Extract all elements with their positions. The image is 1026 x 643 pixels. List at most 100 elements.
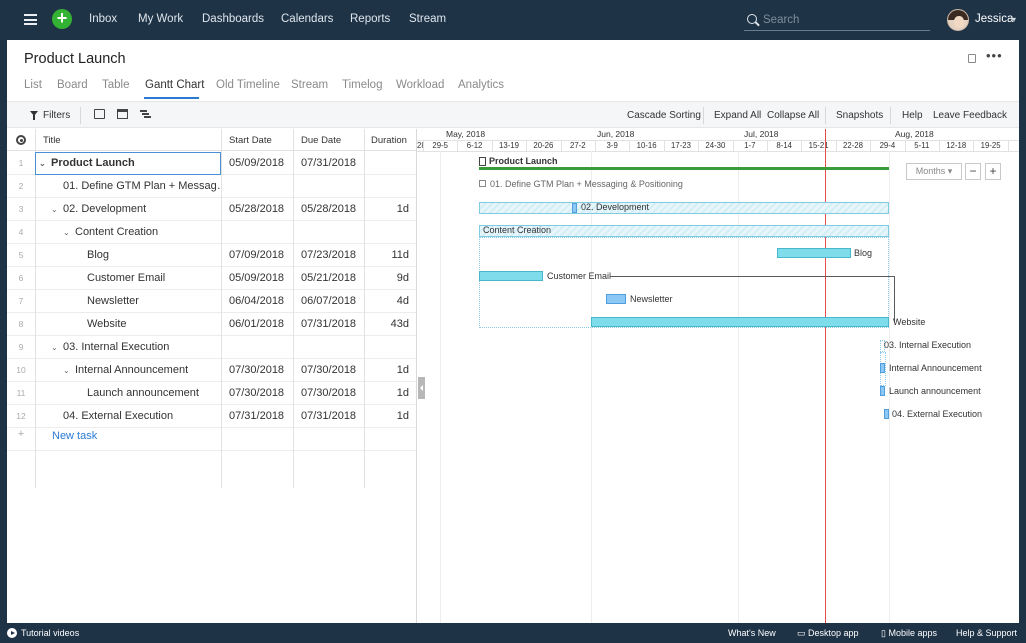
blog-bar[interactable] (777, 248, 851, 258)
start-date[interactable]: 07/30/2018 (229, 382, 293, 405)
start-date[interactable]: 05/28/2018 (229, 198, 293, 221)
calendar-icon[interactable] (117, 109, 128, 119)
collapse-handle[interactable] (418, 377, 425, 399)
duration[interactable]: 11d (365, 244, 409, 267)
tab-stream[interactable]: Stream (291, 79, 328, 91)
column-start-header[interactable]: Start Date (229, 135, 272, 146)
task-title[interactable]: Website (35, 313, 221, 336)
collapse-all-button[interactable]: Collapse All (767, 110, 819, 121)
tab-workload[interactable]: Workload (396, 79, 444, 91)
nav-stream[interactable]: Stream (409, 13, 446, 25)
chevron-down-icon[interactable]: ⌄ (63, 359, 75, 382)
leave-feedback-button[interactable]: Leave Feedback (933, 110, 1007, 121)
table-row[interactable]: 10 ⌄ Internal Announcement 07/30/2018 07/… (7, 359, 417, 382)
start-date[interactable] (229, 221, 293, 244)
due-date[interactable]: 06/07/2018 (301, 290, 365, 313)
menu-icon[interactable] (24, 14, 37, 25)
due-date[interactable]: 07/31/2018 (301, 405, 365, 428)
start-date[interactable]: 05/09/2018 (229, 152, 293, 175)
column-duration-header[interactable]: Duration (371, 135, 407, 146)
website-bar[interactable] (591, 317, 889, 327)
task-title[interactable]: Newsletter (35, 290, 221, 313)
expand-all-button[interactable]: Expand All (714, 110, 761, 121)
task-title[interactable]: Launch announcement (35, 382, 221, 405)
search-icon[interactable] (747, 14, 757, 24)
table-row[interactable]: 2 01. Define GTM Plan + Messag… (7, 175, 417, 198)
help-button[interactable]: Help (902, 110, 923, 121)
internal-announcement-bar[interactable] (880, 363, 885, 373)
due-date[interactable]: 05/28/2018 (301, 198, 365, 221)
zoom-out-button[interactable]: − (965, 163, 981, 180)
filter-icon[interactable] (30, 111, 38, 120)
table-row[interactable]: 4 ⌄ Content Creation (7, 221, 417, 244)
due-date[interactable] (301, 336, 365, 359)
nav-calendars[interactable]: Calendars (281, 13, 333, 25)
task-title[interactable]: 02. Development (63, 203, 146, 215)
duration[interactable]: 1d (365, 382, 409, 405)
task-title[interactable]: Customer Email (35, 267, 221, 290)
tab-table[interactable]: Table (102, 79, 130, 91)
table-row[interactable]: 7 Newsletter 06/04/2018 06/07/2018 4d (7, 290, 417, 313)
start-date[interactable]: 07/09/2018 (229, 244, 293, 267)
table-row[interactable]: 3 ⌄ 02. Development 05/28/2018 05/28/2018… (7, 198, 417, 221)
username[interactable]: Jessica (975, 13, 1013, 25)
avatar[interactable] (947, 9, 969, 31)
chevron-down-icon[interactable]: ⌄ (63, 221, 75, 244)
new-task-link[interactable]: New task (52, 430, 97, 442)
task-title[interactable]: Content Creation (75, 226, 158, 238)
task-title[interactable]: 03. Internal Execution (63, 341, 169, 353)
play-icon[interactable] (7, 628, 17, 638)
tab-board[interactable]: Board (57, 79, 88, 91)
due-date[interactable]: 07/31/2018 (301, 152, 365, 175)
external-execution-bar[interactable] (884, 409, 889, 419)
nav-reports[interactable]: Reports (350, 13, 390, 25)
start-date[interactable] (229, 175, 293, 198)
development-milestone-bar[interactable] (572, 203, 577, 213)
duration[interactable]: 1d (365, 359, 409, 382)
chevron-down-icon[interactable]: ⌄ (51, 336, 63, 359)
start-date[interactable]: 05/09/2018 (229, 267, 293, 290)
hierarchy-icon[interactable] (140, 109, 151, 119)
newsletter-bar[interactable] (606, 294, 626, 304)
due-date[interactable]: 07/23/2018 (301, 244, 365, 267)
gantt-project-summary[interactable]: Product Launch (479, 156, 889, 170)
start-date[interactable]: 06/04/2018 (229, 290, 293, 313)
tutorial-videos-link[interactable]: Tutorial videos (21, 628, 79, 638)
duration[interactable]: 9d (365, 267, 409, 290)
chevron-down-icon[interactable]: ⌄ (51, 198, 63, 221)
task-title[interactable]: Internal Announcement (75, 364, 188, 376)
project-summary-bar[interactable] (479, 167, 889, 170)
duration[interactable] (365, 336, 409, 359)
mobile-apps-link[interactable]: ▯ Mobile apps (881, 628, 937, 639)
table-row[interactable]: 12 04. External Execution 07/31/2018 07/… (7, 405, 417, 428)
table-row[interactable]: 9 ⌄ 03. Internal Execution (7, 336, 417, 359)
due-date[interactable]: 07/30/2018 (301, 382, 365, 405)
tab-old-timeline[interactable]: Old Timeline (216, 79, 280, 91)
due-date[interactable] (301, 221, 365, 244)
launch-announcement-bar[interactable] (880, 386, 885, 396)
start-date[interactable]: 07/30/2018 (229, 359, 293, 382)
tab-list[interactable]: List (24, 79, 42, 91)
zoom-in-button[interactable]: + (985, 163, 1001, 180)
time-scale-select[interactable]: Months ▾ (906, 163, 962, 180)
table-row[interactable]: 11 Launch announcement 07/30/2018 07/30/… (7, 382, 417, 405)
table-row[interactable]: 6 Customer Email 05/09/2018 05/21/2018 9… (7, 267, 417, 290)
table-row[interactable]: 5 Blog 07/09/2018 07/23/2018 11d (7, 244, 417, 267)
tab-analytics[interactable]: Analytics (458, 79, 504, 91)
chevron-down-icon[interactable]: ▾ (1012, 15, 1016, 24)
start-date[interactable]: 06/01/2018 (229, 313, 293, 336)
duration[interactable]: 1d (365, 198, 409, 221)
start-date[interactable]: 07/31/2018 (229, 405, 293, 428)
whats-new-link[interactable]: What's New (728, 628, 776, 638)
tab-gantt-chart[interactable]: Gantt Chart (145, 79, 204, 91)
nav-dashboards[interactable]: Dashboards (202, 13, 264, 25)
search-input[interactable] (763, 12, 923, 28)
more-options-icon[interactable]: ••• (986, 49, 1003, 62)
duration[interactable] (365, 175, 409, 198)
nav-my-work[interactable]: My Work (138, 13, 183, 25)
table-row[interactable]: 8 Website 06/01/2018 07/31/2018 43d (7, 313, 417, 336)
plus-icon[interactable]: + (7, 428, 35, 440)
clipboard-icon[interactable] (968, 54, 976, 63)
folder-icon[interactable] (94, 109, 105, 119)
column-title-header[interactable]: Title (43, 135, 61, 146)
